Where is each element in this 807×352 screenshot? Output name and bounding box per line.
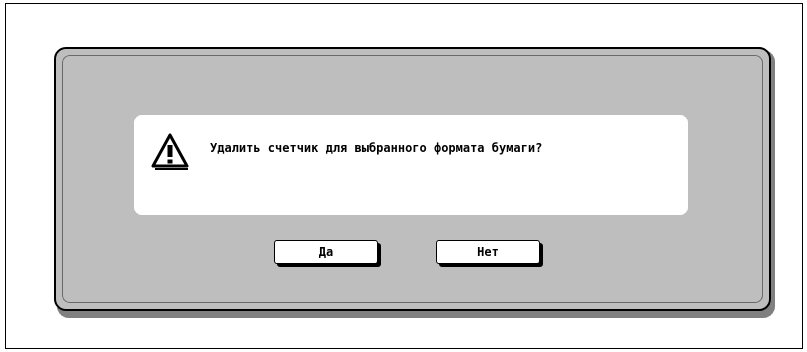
message-panel: Удалить счетчик для выбранного формата б… — [134, 115, 688, 215]
screen-frame: Удалить счетчик для выбранного формата б… — [5, 3, 803, 349]
warning-triangle-icon — [150, 132, 190, 172]
dialog-message: Удалить счетчик для выбранного формата б… — [210, 141, 543, 155]
no-button[interactable]: Нет — [436, 240, 540, 264]
confirmation-dialog: Удалить счетчик для выбранного формата б… — [54, 47, 771, 311]
yes-button[interactable]: Да — [274, 240, 378, 264]
